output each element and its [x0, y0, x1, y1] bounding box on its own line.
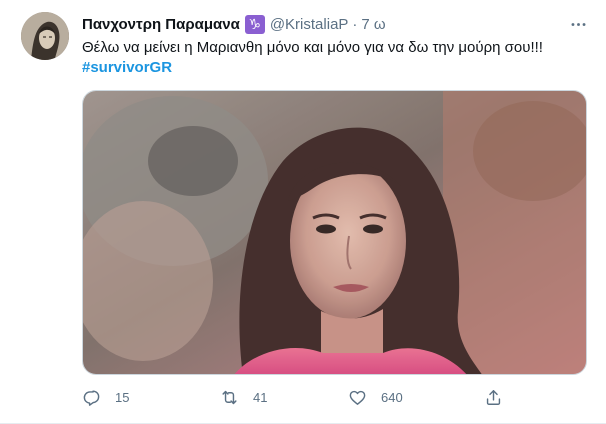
more-button[interactable] — [566, 12, 590, 36]
retweet-count: 41 — [253, 389, 268, 405]
avatar[interactable] — [21, 12, 69, 60]
tweet-body: Θέλω να μείνει η Μαριανθη μόνο και μόνο … — [82, 39, 543, 56]
tweet-timestamp[interactable]: 7 ω — [361, 16, 385, 33]
tweet-media-image[interactable] — [82, 90, 587, 375]
author-handle[interactable]: @KristaliaP — [270, 16, 349, 33]
media-photo — [83, 91, 586, 374]
hashtag-link[interactable]: #survivorGR — [82, 58, 582, 78]
tweet-header: Πανχοντρη Παραμανα ♑ @KristaliaP · 7 ω — [82, 14, 386, 34]
capricorn-badge-icon: ♑ — [244, 14, 265, 34]
reply-button[interactable]: 15 — [82, 387, 129, 407]
retweet-icon — [222, 390, 237, 404]
share-icon — [486, 389, 501, 405]
reply-icon — [83, 389, 100, 406]
reply-count: 15 — [115, 389, 130, 405]
heart-icon — [349, 390, 366, 405]
tweet-card[interactable]: Πανχοντρη Παραμανα ♑ @KristaliaP · 7 ω Θ… — [0, 0, 606, 424]
retweet-button[interactable]: 41 — [220, 387, 267, 407]
separator-dot: · — [352, 15, 358, 33]
like-count: 640 — [381, 389, 403, 405]
like-button[interactable]: 640 — [348, 387, 403, 407]
tweet-actions: 15 41 640 — [80, 387, 510, 407]
more-icon — [571, 22, 585, 26]
author-name[interactable]: Πανχοντρη Παραμανα — [82, 16, 240, 33]
tweet-text: Θέλω να μείνει η Μαριανθη μόνο και μόνο … — [82, 38, 582, 78]
share-button[interactable] — [484, 387, 503, 407]
avatar-image — [21, 12, 69, 60]
